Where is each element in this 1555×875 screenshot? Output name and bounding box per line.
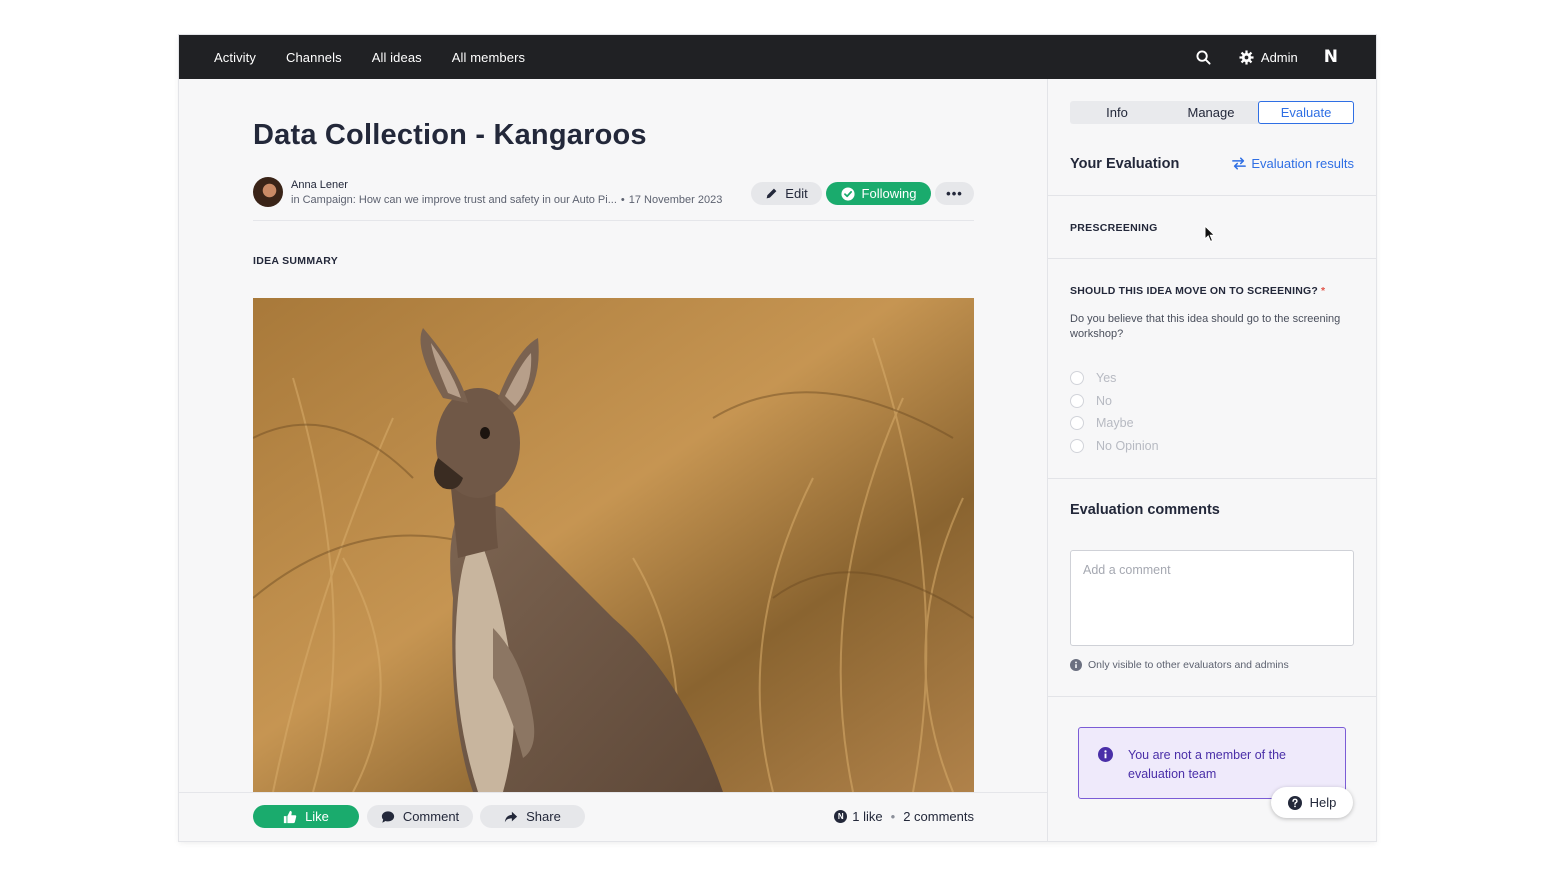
help-button[interactable]: Help: [1271, 787, 1353, 818]
more-options-button[interactable]: •••: [935, 182, 974, 205]
nav-item-all-members[interactable]: All members: [452, 50, 525, 65]
evaluation-results-label: Evaluation results: [1251, 156, 1354, 171]
search-icon[interactable]: [1195, 48, 1213, 66]
option-no[interactable]: No: [1070, 390, 1159, 413]
like-label: Like: [305, 809, 329, 824]
campaign-link[interactable]: in Campaign: How can we improve trust an…: [291, 194, 617, 206]
idea-main-content: Data Collection - Kangaroos Anna Lener i…: [179, 79, 1047, 841]
nav-right-group: Admin N: [1195, 35, 1338, 79]
radio-button[interactable]: [1070, 371, 1084, 386]
brand-logo[interactable]: N: [1324, 47, 1338, 67]
divider: [1048, 258, 1376, 259]
comment-button[interactable]: Comment: [367, 805, 473, 828]
radio-button[interactable]: [1070, 416, 1084, 431]
following-button[interactable]: Following: [826, 182, 931, 205]
like-button[interactable]: Like: [253, 805, 359, 828]
divider: [1048, 478, 1376, 479]
nav-item-activity[interactable]: Activity: [214, 50, 256, 65]
option-label: No Opinion: [1096, 438, 1159, 453]
nav-item-channels[interactable]: Channels: [286, 50, 342, 65]
kangaroo-illustration: [253, 298, 974, 792]
engagement-stats: N 1 like • 2 comments: [834, 809, 974, 824]
evaluation-side-panel: Info Manage Evaluate Your Evaluation Eva…: [1047, 79, 1376, 841]
comment-label: Comment: [402, 809, 460, 824]
tab-info[interactable]: Info: [1070, 101, 1164, 124]
action-bar: Like Comment Share N 1 like • 2 comments: [179, 792, 1047, 841]
your-evaluation-heading: Your Evaluation: [1070, 156, 1180, 172]
answer-options: Yes No Maybe No Opinion: [1070, 367, 1159, 457]
thumbs-up-icon: [283, 810, 297, 823]
share-button[interactable]: Share: [480, 805, 585, 828]
share-label: Share: [526, 809, 561, 824]
option-yes[interactable]: Yes: [1070, 367, 1159, 390]
nav-item-all-ideas[interactable]: All ideas: [372, 50, 422, 65]
likes-count[interactable]: 1 like: [852, 809, 882, 824]
info-icon: [1070, 659, 1082, 671]
gear-icon: [1239, 49, 1254, 65]
help-label: Help: [1309, 795, 1337, 810]
visibility-note-text: Only visible to other evaluators and adm…: [1088, 659, 1289, 671]
tab-evaluate[interactable]: Evaluate: [1258, 101, 1354, 124]
question-circle-icon: [1287, 795, 1302, 810]
meta-separator: •: [620, 194, 625, 206]
radio-button[interactable]: [1070, 438, 1084, 453]
app-window: Activity Channels All ideas All members …: [179, 35, 1376, 841]
divider: [1048, 696, 1376, 697]
speech-bubble-icon: [381, 810, 394, 823]
admin-label: Admin: [1260, 49, 1298, 65]
top-navigation: Activity Channels All ideas All members …: [179, 35, 1376, 79]
notice-text: You are not a member of the evaluation t…: [1128, 748, 1286, 781]
evaluation-comments-heading: Evaluation comments: [1070, 502, 1220, 518]
author-row: Anna Lener in Campaign: How can we impro…: [253, 177, 974, 221]
side-tabs: Info Manage Evaluate: [1070, 101, 1354, 124]
page-title: Data Collection - Kangaroos: [253, 119, 647, 151]
option-label: Yes: [1096, 371, 1117, 386]
author-meta: in Campaign: How can we improve trust an…: [291, 194, 722, 206]
avatar[interactable]: [253, 177, 283, 207]
admin-menu[interactable]: Admin: [1239, 50, 1298, 65]
stats-separator: •: [890, 809, 896, 824]
prescreening-label: PRESCREENING: [1070, 222, 1158, 234]
author-name[interactable]: Anna Lener: [291, 179, 348, 191]
screening-question: SHOULD THIS IDEA MOVE ON TO SCREENING? *: [1070, 285, 1325, 297]
idea-date: 17 November 2023: [628, 194, 723, 206]
option-no-opinion[interactable]: No Opinion: [1070, 435, 1159, 458]
question-description: Do you believe that this idea should go …: [1070, 313, 1341, 340]
option-label: Maybe: [1096, 416, 1134, 431]
ellipsis-icon: •••: [946, 186, 963, 201]
kangaroo-image: [253, 298, 974, 792]
required-marker: *: [1320, 285, 1326, 297]
brand-badge-icon: N: [834, 810, 848, 823]
share-arrow-icon: [505, 811, 518, 822]
following-label: Following: [861, 186, 917, 201]
idea-summary-label: IDEA SUMMARY: [253, 255, 339, 267]
edit-button[interactable]: Edit: [751, 182, 822, 205]
option-label: No: [1096, 393, 1112, 408]
question-text: SHOULD THIS IDEA MOVE ON TO SCREENING?: [1070, 285, 1318, 297]
option-maybe[interactable]: Maybe: [1070, 412, 1159, 435]
nav-links: Activity Channels All ideas All members: [214, 50, 555, 65]
tab-manage[interactable]: Manage: [1164, 101, 1258, 124]
check-circle-icon: [840, 186, 855, 201]
info-icon: [1098, 747, 1113, 762]
visibility-note: Only visible to other evaluators and adm…: [1070, 659, 1289, 671]
swap-arrows-icon: [1232, 157, 1247, 170]
pencil-icon: [766, 188, 777, 199]
evaluation-results-link[interactable]: Evaluation results: [1232, 156, 1354, 171]
divider: [1048, 195, 1376, 196]
radio-button[interactable]: [1070, 393, 1084, 408]
comments-count[interactable]: 2 comments: [903, 809, 974, 824]
edit-label: Edit: [785, 186, 808, 201]
comment-input[interactable]: [1070, 550, 1354, 646]
mouse-cursor-icon: [1204, 225, 1216, 243]
